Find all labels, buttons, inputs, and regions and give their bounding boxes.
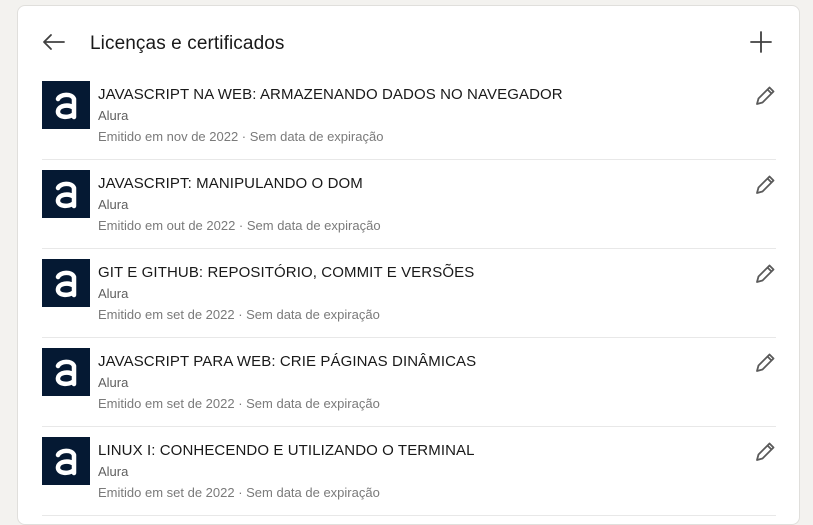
certificate-meta: Emitido em nov de 2022 · Sem data de exp… bbox=[98, 129, 384, 144]
certificate-info: JAVASCRIPT NA WEB: ARMAZENANDO DADOS NO … bbox=[98, 85, 563, 146]
certificate-name[interactable]: JAVASCRIPT: MANIPULANDO O DOM bbox=[98, 174, 381, 194]
alura-logo-icon bbox=[55, 181, 77, 209]
certificate-item: JAVASCRIPT PARA WEB: CRIE PÁGINAS DINÂMI… bbox=[42, 338, 776, 427]
arrow-left-icon bbox=[43, 34, 65, 50]
certificate-issuer: Alura bbox=[98, 286, 129, 301]
certificate-issuer: Alura bbox=[98, 108, 129, 123]
edit-button[interactable] bbox=[752, 350, 778, 376]
pencil-icon bbox=[756, 264, 775, 283]
edit-button[interactable] bbox=[752, 172, 778, 198]
certificate-issuer: Alura bbox=[98, 464, 129, 479]
alura-logo-icon bbox=[55, 448, 77, 476]
certificate-meta: Emitido em set de 2022 · Sem data de exp… bbox=[98, 485, 380, 500]
certificate-item: LINUX I: CONHECENDO E UTILIZANDO O TERMI… bbox=[42, 427, 776, 516]
certificate-meta: Emitido em set de 2022 · Sem data de exp… bbox=[98, 396, 380, 411]
certificate-name[interactable]: LINUX I: CONHECENDO E UTILIZANDO O TERMI… bbox=[98, 441, 475, 461]
certificate-item: JAVASCRIPT NA WEB: ARMAZENANDO DADOS NO … bbox=[42, 71, 776, 160]
certificate-name[interactable]: GIT E GITHUB: REPOSITÓRIO, COMMIT E VERS… bbox=[98, 263, 474, 283]
pencil-icon bbox=[756, 353, 775, 372]
page-title: Licenças e certificados bbox=[90, 33, 285, 54]
alura-logo[interactable] bbox=[42, 348, 90, 396]
certificate-name[interactable]: JAVASCRIPT PARA WEB: CRIE PÁGINAS DINÂMI… bbox=[98, 352, 476, 372]
alura-logo-icon bbox=[55, 270, 77, 298]
edit-button[interactable] bbox=[752, 83, 778, 109]
alura-logo[interactable] bbox=[42, 81, 90, 129]
certificate-info: LINUX I: CONHECENDO E UTILIZANDO O TERMI… bbox=[98, 441, 475, 502]
alura-logo-icon bbox=[55, 92, 77, 120]
section-header: Licenças e certificados bbox=[18, 6, 799, 76]
certificates-list: JAVASCRIPT NA WEB: ARMAZENANDO DADOS NO … bbox=[42, 71, 776, 516]
certificates-card: Licenças e certificados JAVASCRIPT NA WE… bbox=[17, 5, 800, 525]
alura-logo[interactable] bbox=[42, 170, 90, 218]
pencil-icon bbox=[756, 86, 775, 105]
certificate-info: GIT E GITHUB: REPOSITÓRIO, COMMIT E VERS… bbox=[98, 263, 474, 324]
certificate-info: JAVASCRIPT PARA WEB: CRIE PÁGINAS DINÂMI… bbox=[98, 352, 476, 413]
alura-logo[interactable] bbox=[42, 437, 90, 485]
add-certificate-button[interactable] bbox=[747, 28, 775, 56]
pencil-icon bbox=[756, 442, 775, 461]
certificate-meta: Emitido em set de 2022 · Sem data de exp… bbox=[98, 307, 380, 322]
edit-button[interactable] bbox=[752, 261, 778, 287]
certificate-info: JAVASCRIPT: MANIPULANDO O DOM Alura Emit… bbox=[98, 174, 381, 235]
pencil-icon bbox=[756, 175, 775, 194]
certificate-issuer: Alura bbox=[98, 197, 129, 212]
alura-logo-icon bbox=[55, 359, 77, 387]
edit-button[interactable] bbox=[752, 439, 778, 465]
certificate-issuer: Alura bbox=[98, 375, 129, 390]
back-button[interactable] bbox=[40, 28, 68, 56]
plus-icon bbox=[750, 31, 772, 53]
certificate-item: GIT E GITHUB: REPOSITÓRIO, COMMIT E VERS… bbox=[42, 249, 776, 338]
alura-logo[interactable] bbox=[42, 259, 90, 307]
certificate-item: JAVASCRIPT: MANIPULANDO O DOM Alura Emit… bbox=[42, 160, 776, 249]
certificate-meta: Emitido em out de 2022 · Sem data de exp… bbox=[98, 218, 381, 233]
certificate-name[interactable]: JAVASCRIPT NA WEB: ARMAZENANDO DADOS NO … bbox=[98, 85, 563, 105]
